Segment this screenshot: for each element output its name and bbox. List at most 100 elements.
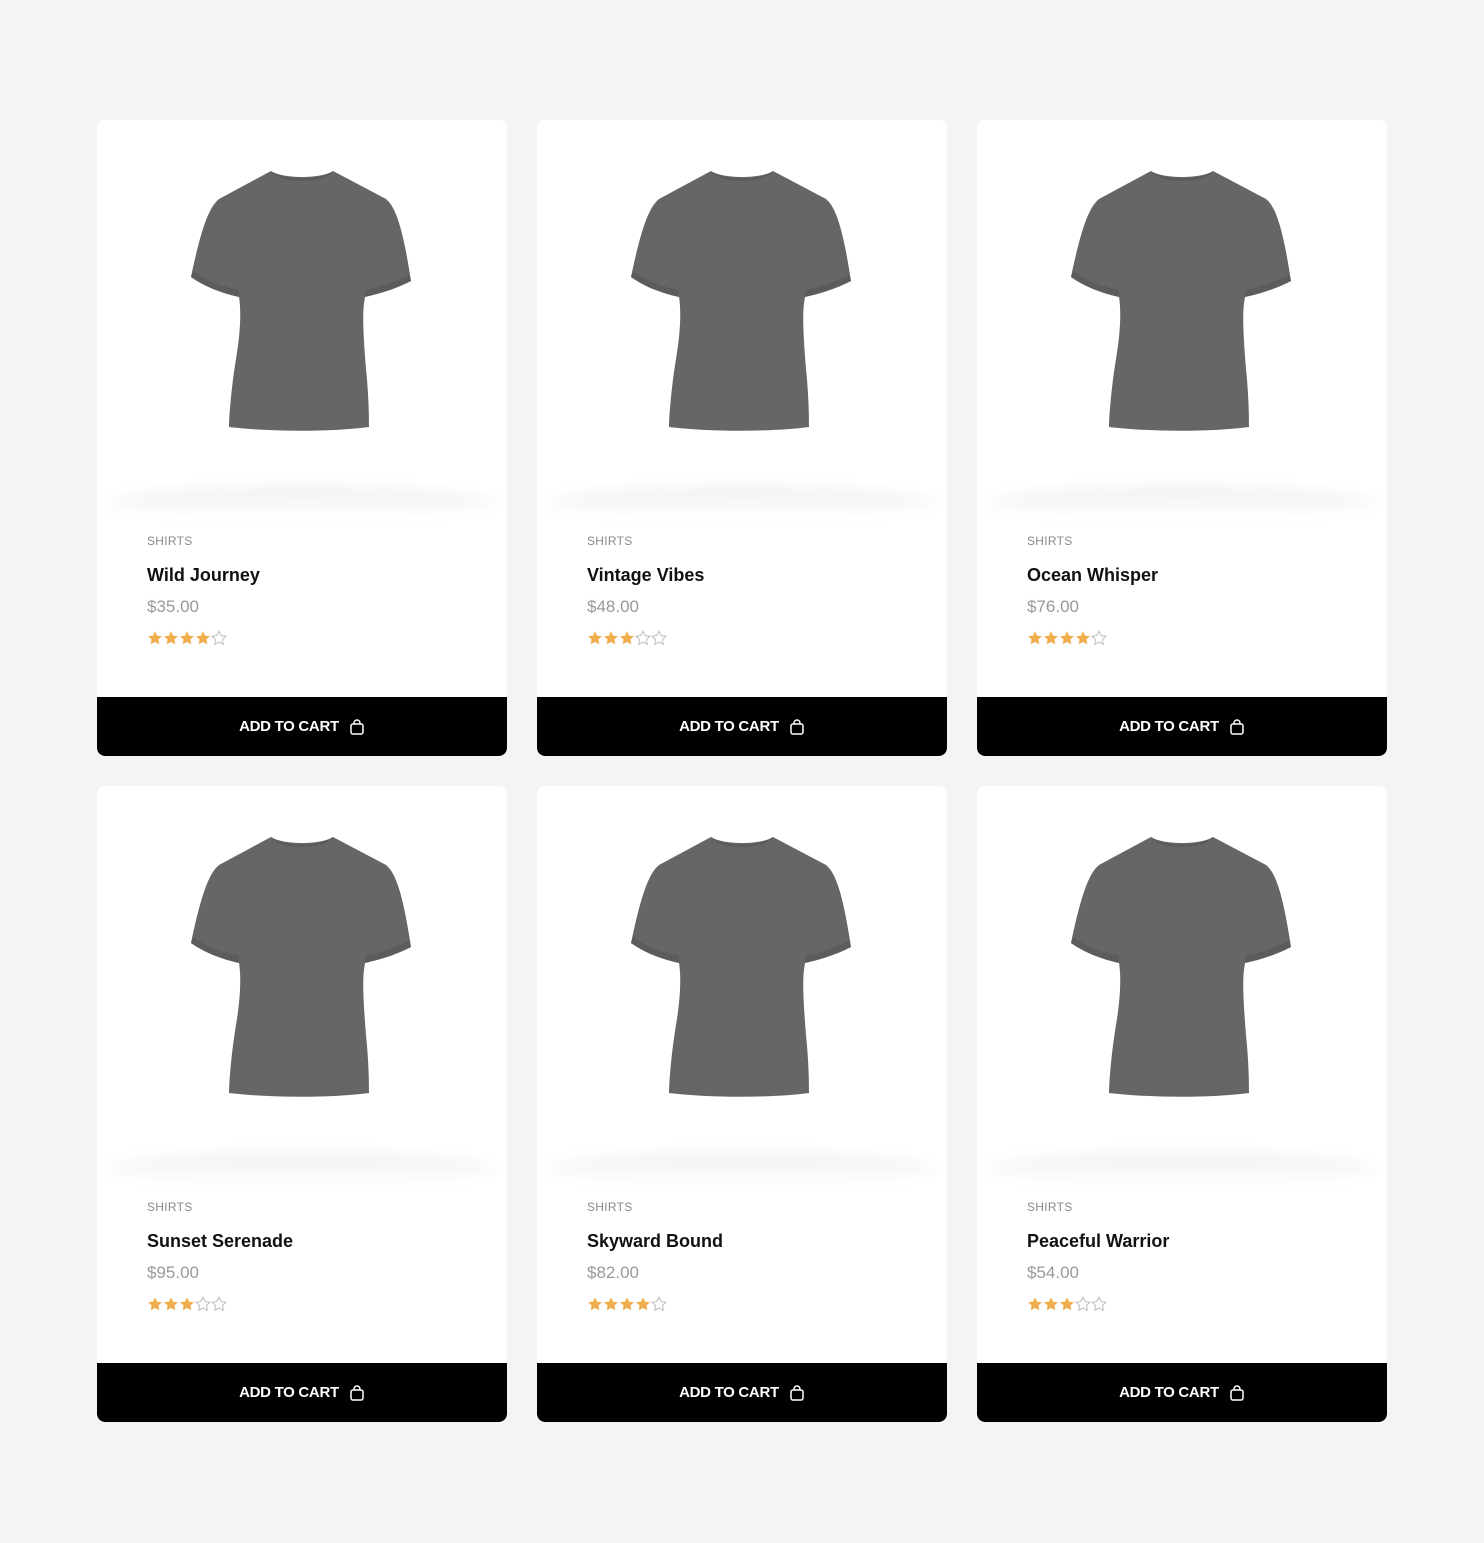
shopping-bag-icon bbox=[350, 718, 364, 735]
star-filled-icon bbox=[1060, 631, 1074, 645]
star-filled-icon bbox=[1044, 631, 1058, 645]
product-category: SHIRTS bbox=[1027, 534, 1073, 548]
product-card: SHIRTS Ocean Whisper $76.00 ADD TO CART bbox=[977, 120, 1387, 756]
shopping-bag-icon bbox=[1230, 1384, 1244, 1401]
star-filled-icon bbox=[1076, 631, 1090, 645]
shopping-bag-icon bbox=[790, 718, 804, 735]
shopping-bag-icon bbox=[350, 1384, 364, 1401]
star-rating bbox=[147, 630, 477, 646]
star-filled-icon bbox=[180, 1297, 194, 1311]
add-to-cart-label: ADD TO CART bbox=[679, 1384, 779, 1401]
star-rating bbox=[147, 1296, 477, 1312]
star-filled-icon bbox=[148, 1297, 162, 1311]
star-filled-icon bbox=[604, 1297, 618, 1311]
image-divider bbox=[547, 486, 937, 520]
star-rating bbox=[587, 1296, 917, 1312]
star-empty-icon bbox=[1091, 1296, 1107, 1312]
star-empty-icon bbox=[211, 1296, 227, 1312]
product-price: $95.00 bbox=[147, 1263, 199, 1282]
star-filled-icon bbox=[148, 631, 162, 645]
product-price: $82.00 bbox=[587, 1263, 639, 1282]
product-grid: SHIRTS Wild Journey $35.00 ADD TO CART S… bbox=[97, 120, 1387, 1422]
star-empty-icon bbox=[1091, 630, 1107, 646]
star-empty-icon bbox=[1075, 1296, 1091, 1312]
star-filled-icon bbox=[620, 1297, 634, 1311]
star-filled-icon bbox=[1028, 631, 1042, 645]
add-to-cart-button[interactable]: ADD TO CART bbox=[977, 1363, 1387, 1422]
image-divider bbox=[987, 486, 1377, 520]
tshirt-icon bbox=[191, 171, 411, 431]
image-divider bbox=[547, 1152, 937, 1186]
product-title[interactable]: Ocean Whisper bbox=[1027, 564, 1357, 586]
product-title[interactable]: Wild Journey bbox=[147, 564, 477, 586]
star-empty-icon bbox=[195, 1296, 211, 1312]
star-filled-icon bbox=[196, 631, 210, 645]
product-image[interactable] bbox=[537, 120, 947, 486]
tshirt-icon bbox=[631, 171, 851, 431]
star-filled-icon bbox=[1028, 1297, 1042, 1311]
shopping-bag-icon bbox=[790, 1384, 804, 1401]
star-filled-icon bbox=[588, 631, 602, 645]
add-to-cart-button[interactable]: ADD TO CART bbox=[537, 697, 947, 756]
product-price: $35.00 bbox=[147, 597, 199, 616]
product-title[interactable]: Skyward Bound bbox=[587, 1230, 917, 1252]
product-price: $48.00 bbox=[587, 597, 639, 616]
product-card: SHIRTS Wild Journey $35.00 ADD TO CART bbox=[97, 120, 507, 756]
add-to-cart-button[interactable]: ADD TO CART bbox=[97, 1363, 507, 1422]
product-price: $76.00 bbox=[1027, 597, 1079, 616]
add-to-cart-label: ADD TO CART bbox=[1119, 1384, 1219, 1401]
product-info: SHIRTS Ocean Whisper $76.00 bbox=[1027, 534, 1357, 646]
product-card: SHIRTS Skyward Bound $82.00 ADD TO CART bbox=[537, 786, 947, 1422]
tshirt-icon bbox=[1071, 171, 1291, 431]
add-to-cart-button[interactable]: ADD TO CART bbox=[977, 697, 1387, 756]
star-filled-icon bbox=[588, 1297, 602, 1311]
tshirt-icon bbox=[191, 837, 411, 1097]
image-divider bbox=[107, 1152, 497, 1186]
product-image[interactable] bbox=[97, 786, 507, 1152]
product-info: SHIRTS Wild Journey $35.00 bbox=[147, 534, 477, 646]
add-to-cart-button[interactable]: ADD TO CART bbox=[97, 697, 507, 756]
product-info: SHIRTS Vintage Vibes $48.00 bbox=[587, 534, 917, 646]
product-info: SHIRTS Sunset Serenade $95.00 bbox=[147, 1200, 477, 1312]
product-image[interactable] bbox=[977, 120, 1387, 486]
star-empty-icon bbox=[211, 630, 227, 646]
product-title[interactable]: Vintage Vibes bbox=[587, 564, 917, 586]
product-info: SHIRTS Peaceful Warrior $54.00 bbox=[1027, 1200, 1357, 1312]
product-image[interactable] bbox=[977, 786, 1387, 1152]
star-filled-icon bbox=[1060, 1297, 1074, 1311]
product-category: SHIRTS bbox=[587, 1200, 633, 1214]
star-filled-icon bbox=[164, 1297, 178, 1311]
shopping-bag-icon bbox=[1230, 718, 1244, 735]
product-price: $54.00 bbox=[1027, 1263, 1079, 1282]
add-to-cart-label: ADD TO CART bbox=[239, 1384, 339, 1401]
product-title[interactable]: Sunset Serenade bbox=[147, 1230, 477, 1252]
product-image[interactable] bbox=[537, 786, 947, 1152]
star-empty-icon bbox=[651, 1296, 667, 1312]
tshirt-icon bbox=[1071, 837, 1291, 1097]
star-empty-icon bbox=[651, 630, 667, 646]
star-rating bbox=[1027, 1296, 1357, 1312]
product-title[interactable]: Peaceful Warrior bbox=[1027, 1230, 1357, 1252]
star-rating bbox=[587, 630, 917, 646]
product-image[interactable] bbox=[97, 120, 507, 486]
product-card: SHIRTS Vintage Vibes $48.00 ADD TO CART bbox=[537, 120, 947, 756]
image-divider bbox=[107, 486, 497, 520]
product-info: SHIRTS Skyward Bound $82.00 bbox=[587, 1200, 917, 1312]
product-card: SHIRTS Sunset Serenade $95.00 ADD TO CAR… bbox=[97, 786, 507, 1422]
star-rating bbox=[1027, 630, 1357, 646]
star-filled-icon bbox=[604, 631, 618, 645]
image-divider bbox=[987, 1152, 1377, 1186]
star-filled-icon bbox=[164, 631, 178, 645]
star-filled-icon bbox=[620, 631, 634, 645]
tshirt-icon bbox=[631, 837, 851, 1097]
product-category: SHIRTS bbox=[1027, 1200, 1073, 1214]
add-to-cart-label: ADD TO CART bbox=[1119, 718, 1219, 735]
add-to-cart-button[interactable]: ADD TO CART bbox=[537, 1363, 947, 1422]
star-filled-icon bbox=[180, 631, 194, 645]
product-card: SHIRTS Peaceful Warrior $54.00 ADD TO CA… bbox=[977, 786, 1387, 1422]
add-to-cart-label: ADD TO CART bbox=[679, 718, 779, 735]
add-to-cart-label: ADD TO CART bbox=[239, 718, 339, 735]
product-category: SHIRTS bbox=[587, 534, 633, 548]
star-empty-icon bbox=[635, 630, 651, 646]
star-filled-icon bbox=[1044, 1297, 1058, 1311]
